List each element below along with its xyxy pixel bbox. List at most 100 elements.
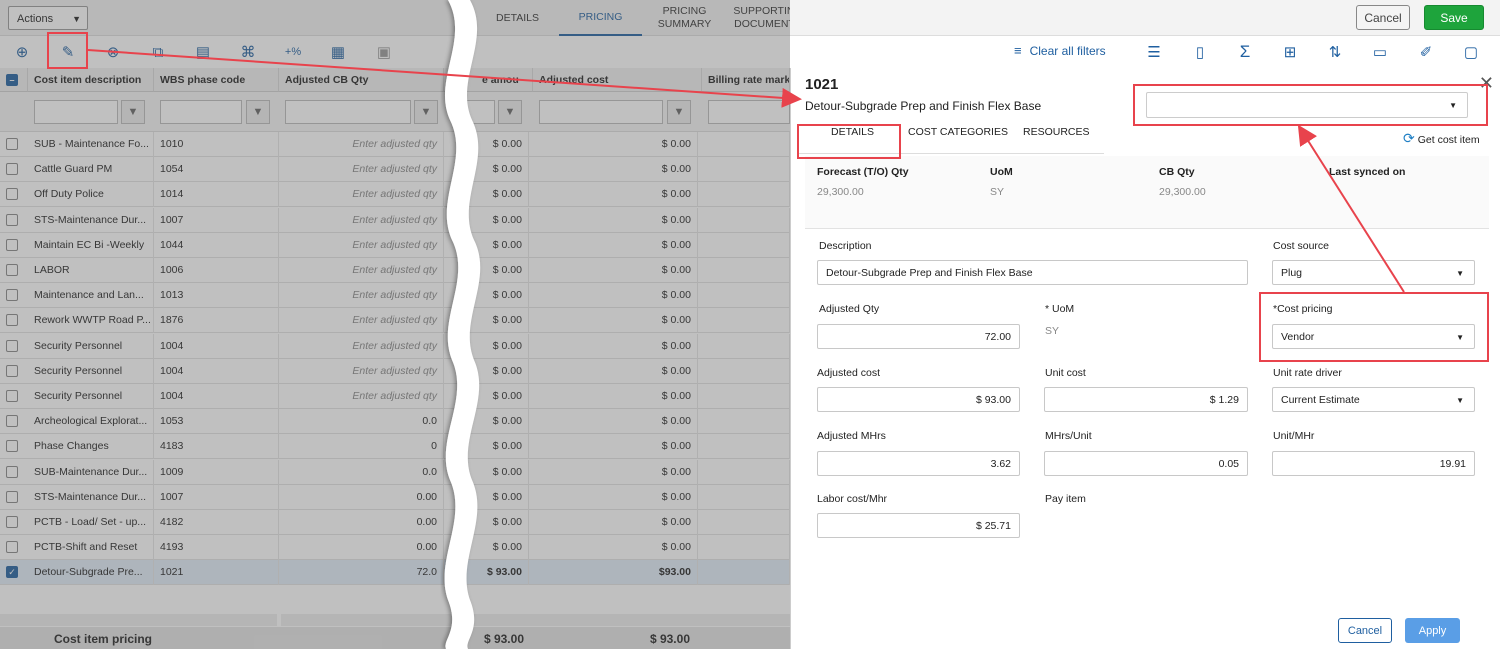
cost-source-select[interactable]: Plug ▼ bbox=[1272, 260, 1475, 285]
hierarchy-icon[interactable]: ⌘ bbox=[236, 40, 260, 64]
unit-rate-driver-select[interactable]: Current Estimate ▼ bbox=[1272, 387, 1475, 412]
cell-qty[interactable]: Enter adjusted qty bbox=[279, 207, 444, 233]
cost-pricing-select[interactable]: Vendor ▼ bbox=[1272, 324, 1475, 349]
row-checkbox[interactable] bbox=[6, 541, 18, 554]
row-checkbox[interactable] bbox=[6, 213, 18, 226]
filter-input[interactable] bbox=[34, 100, 118, 124]
cell-qty[interactable]: Enter adjusted qty bbox=[279, 258, 444, 283]
list-view-icon[interactable]: ☰ bbox=[1142, 40, 1166, 64]
filter-input[interactable] bbox=[460, 100, 495, 124]
table-row[interactable]: LABOR 1006 Enter adjusted qty $ 0.00 $ 0.00 bbox=[0, 258, 790, 283]
filter-input[interactable] bbox=[708, 100, 790, 124]
labor-cost-field[interactable]: $ 25.71 bbox=[817, 513, 1020, 538]
row-checkbox[interactable] bbox=[6, 188, 18, 201]
table-row[interactable]: PCTB-Shift and Reset 4193 0.00 $ 0.00 $ 0.00 bbox=[0, 535, 790, 561]
cell-qty[interactable]: 0 bbox=[279, 434, 444, 460]
row-checkbox[interactable] bbox=[6, 238, 18, 251]
table-row[interactable]: STS-Maintenance Dur... 1007 Enter adjusted… bbox=[0, 207, 790, 233]
filter-icon[interactable]: ▼ bbox=[498, 100, 522, 124]
table-row[interactable]: Phase Changes 4183 0 $ 0.00 $ 0.00 bbox=[0, 434, 790, 460]
cell-qty[interactable]: Enter adjusted qty bbox=[279, 232, 444, 258]
table-row[interactable]: SUB - Maintenance Fo... 1010 Enter adjuste… bbox=[0, 132, 790, 157]
panel-tab-details[interactable]: DETAILS bbox=[831, 126, 874, 148]
copy-add-icon[interactable]: ⧉ bbox=[146, 40, 170, 64]
row-checkbox[interactable] bbox=[6, 314, 18, 327]
table-row[interactable]: Security Personnel 1004 Enter adjusted qty… bbox=[0, 384, 790, 409]
mhrs-unit-field[interactable]: 0.05 bbox=[1044, 451, 1248, 476]
panel-header-dropdown[interactable]: ▼ bbox=[1146, 92, 1468, 118]
get-cost-item-link[interactable]: ⟳ Get cost item bbox=[1403, 130, 1480, 147]
cell-qty[interactable]: Enter adjusted qty bbox=[279, 308, 444, 334]
table-row[interactable]: Rework WWTP Road P... 1876 Enter adjusted … bbox=[0, 308, 790, 334]
filter-input[interactable] bbox=[285, 100, 411, 124]
edit-document-icon[interactable]: ✐ bbox=[1414, 40, 1438, 64]
fit-icon[interactable]: ▣ bbox=[372, 40, 396, 64]
tab-supporting-documents[interactable]: SUPPORTING DOCUMENTS bbox=[730, 0, 790, 36]
filter-icon[interactable]: ▼ bbox=[414, 100, 438, 124]
comments-icon[interactable]: ▢ bbox=[1459, 40, 1483, 64]
remove-circle-icon[interactable]: ⊗ bbox=[101, 40, 125, 64]
columns-icon[interactable]: ▯ bbox=[1188, 40, 1212, 64]
col-header-amount[interactable]: e amou bbox=[444, 68, 533, 92]
close-icon[interactable]: ✕ bbox=[1479, 73, 1494, 94]
panel-tab-cost-categories[interactable]: COST CATEGORIES bbox=[908, 126, 1008, 148]
sum-icon[interactable]: Σ bbox=[1233, 40, 1257, 64]
table-row[interactable]: Maintain EC Bi -Weekly 1044 Enter adjusted… bbox=[0, 232, 790, 258]
row-checkbox[interactable] bbox=[6, 364, 18, 377]
row-checkbox[interactable] bbox=[6, 264, 18, 276]
table-row[interactable]: Cattle Guard PM 1054 Enter adjusted qty $ 0… bbox=[0, 157, 790, 183]
sort-icon[interactable]: ⇅ bbox=[1323, 40, 1347, 64]
document-icon[interactable]: ▭ bbox=[1368, 40, 1392, 64]
filter-input[interactable] bbox=[539, 100, 663, 124]
col-header-wbs[interactable]: WBS phase code bbox=[154, 68, 279, 92]
select-all-checkbox[interactable]: – bbox=[6, 74, 18, 86]
row-checkbox[interactable] bbox=[6, 138, 18, 150]
table-row[interactable]: STS-Maintenance Dur... 1007 0.00 $ 0.00 $ 0.… bbox=[0, 484, 790, 510]
row-checkbox[interactable] bbox=[6, 415, 18, 428]
filter-icon[interactable]: ▼ bbox=[246, 100, 270, 124]
row-checkbox[interactable] bbox=[6, 390, 18, 402]
table-row[interactable]: PCTB - Load/ Set - up... 4182 0.00 $ 0.00 $ … bbox=[0, 510, 790, 535]
panel-cancel-button[interactable]: Cancel bbox=[1338, 618, 1392, 643]
table-row[interactable]: Maintenance and Lan... 1013 Enter adjusted… bbox=[0, 283, 790, 309]
clear-filters-link[interactable]: ≡ Clear all filters bbox=[1014, 43, 1106, 58]
cell-qty[interactable]: Enter adjusted qty bbox=[279, 333, 444, 359]
cell-qty[interactable]: 0.00 bbox=[279, 484, 444, 510]
col-header-billing-markup[interactable]: Billing rate markup bbox=[702, 68, 790, 92]
row-checkbox[interactable] bbox=[6, 465, 18, 478]
adjusted-mhrs-field[interactable]: 3.62 bbox=[817, 451, 1020, 476]
row-checkbox[interactable] bbox=[6, 339, 18, 352]
cancel-button[interactable]: Cancel bbox=[1356, 5, 1410, 30]
table-row[interactable]: Security Personnel 1004 Enter adjusted qty… bbox=[0, 333, 790, 359]
add-document-icon[interactable]: ⊞ bbox=[1278, 40, 1302, 64]
tab-pricing[interactable]: PRICING bbox=[559, 0, 642, 36]
adjusted-qty-field[interactable]: 72.00 bbox=[817, 324, 1020, 349]
adjusted-cost-field[interactable]: $ 93.00 bbox=[817, 387, 1020, 412]
save-button[interactable]: Save bbox=[1424, 5, 1484, 30]
col-header-description[interactable]: Cost item description bbox=[28, 68, 154, 92]
row-checkbox[interactable]: ✓ bbox=[6, 566, 18, 579]
row-checkbox[interactable] bbox=[6, 163, 18, 176]
tab-details[interactable]: DETAILS bbox=[490, 0, 545, 36]
row-checkbox[interactable] bbox=[6, 490, 18, 503]
horizontal-scrollbar[interactable] bbox=[0, 614, 277, 626]
select-all-header[interactable]: – bbox=[0, 68, 28, 92]
add-circle-icon[interactable]: ⊕ bbox=[10, 40, 34, 64]
cell-qty[interactable]: Enter adjusted qty bbox=[279, 358, 444, 384]
grid-icon[interactable]: ▦ bbox=[326, 40, 350, 64]
description-field[interactable]: Detour-Subgrade Prep and Finish Flex Bas… bbox=[817, 260, 1248, 285]
markup-percent-icon[interactable]: +% bbox=[281, 40, 305, 64]
actions-dropdown[interactable]: Actions ▼ bbox=[8, 6, 88, 30]
card-icon[interactable]: ▤ bbox=[191, 40, 215, 64]
col-header-adjusted-qty[interactable]: Adjusted CB Qty bbox=[279, 68, 444, 92]
cell-qty[interactable]: 0.0 bbox=[279, 459, 444, 485]
row-checkbox[interactable] bbox=[6, 289, 18, 302]
cell-qty[interactable]: Enter adjusted qty bbox=[279, 283, 444, 309]
row-checkbox[interactable] bbox=[6, 440, 18, 453]
cell-qty[interactable]: Enter adjusted qty bbox=[279, 384, 444, 409]
col-header-adjusted-cost[interactable]: Adjusted cost bbox=[533, 68, 702, 92]
cell-qty[interactable]: Enter adjusted qty bbox=[279, 157, 444, 183]
unit-cost-field[interactable]: $ 1.29 bbox=[1044, 387, 1248, 412]
filter-input[interactable] bbox=[160, 100, 242, 124]
cell-qty[interactable]: 0.0 bbox=[279, 409, 444, 435]
